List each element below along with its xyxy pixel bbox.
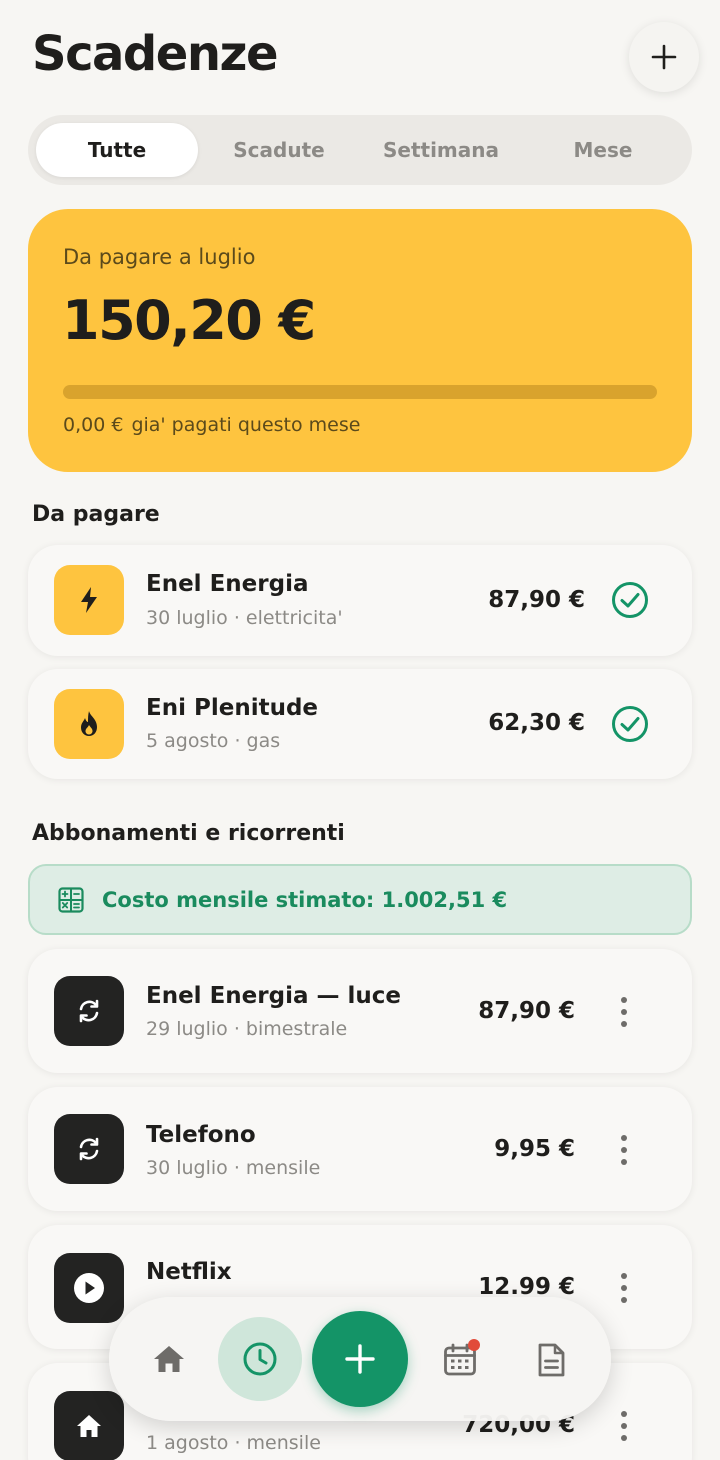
calculator-icon <box>58 886 84 913</box>
subscription-name: Netflix <box>146 1259 232 1285</box>
plus-icon <box>345 1344 375 1374</box>
document-icon <box>538 1343 565 1377</box>
more-options-icon[interactable] <box>616 1135 632 1165</box>
tab-mese[interactable]: Mese <box>522 123 684 177</box>
subscription-card[interactable]: Telefono 30 luglio · mensile 9,95 € <box>28 1087 692 1211</box>
nav-documents[interactable] <box>530 1339 572 1381</box>
bill-card[interactable]: Enel Energia 30 luglio · elettricita' 87… <box>28 545 692 656</box>
subscription-amount: 87,90 € <box>478 998 575 1024</box>
flame-icon <box>54 689 124 759</box>
mark-paid-check-icon[interactable] <box>611 705 649 743</box>
nav-add-button[interactable] <box>312 1311 408 1407</box>
tab-settimana[interactable]: Settimana <box>360 123 522 177</box>
subscription-name: Enel Energia — luce <box>146 983 401 1009</box>
bill-card[interactable]: Eni Plenitude 5 agosto · gas 62,30 € <box>28 669 692 779</box>
section-title-subscriptions: Abbonamenti e ricorrenti <box>32 821 345 846</box>
filter-tabs: Tutte Scadute Settimana Mese <box>28 115 692 185</box>
nav-home[interactable] <box>149 1339 189 1379</box>
bill-due: 30 luglio · elettricita' <box>146 607 343 629</box>
subscription-due: 29 luglio · bimestrale <box>146 1018 348 1040</box>
subscription-due: 1 agosto · mensile <box>146 1432 321 1454</box>
plus-icon <box>651 44 677 70</box>
subscription-due: 30 luglio · mensile <box>146 1157 321 1179</box>
section-title-to-pay: Da pagare <box>32 502 160 527</box>
nav-calendar[interactable] <box>439 1339 481 1381</box>
tab-tutte[interactable]: Tutte <box>36 123 198 177</box>
nav-history[interactable] <box>218 1317 302 1401</box>
bill-name: Eni Plenitude <box>146 695 319 721</box>
monthly-estimate-banner: Costo mensile stimato: 1.002,51 € <box>28 864 692 935</box>
subscription-amount: 9,95 € <box>494 1136 575 1162</box>
bottom-navigation <box>109 1297 611 1421</box>
bill-amount: 87,90 € <box>488 587 585 613</box>
mark-paid-check-icon[interactable] <box>611 581 649 619</box>
home-icon <box>154 1346 184 1372</box>
refresh-icon <box>54 1114 124 1184</box>
summary-amount: 150,20 € <box>62 289 316 352</box>
more-options-icon[interactable] <box>616 997 632 1027</box>
summary-label: Da pagare a luglio <box>63 245 256 269</box>
subscription-card[interactable]: Enel Energia — luce 29 luglio · bimestra… <box>28 949 692 1073</box>
add-button[interactable] <box>629 22 699 92</box>
tab-scadute[interactable]: Scadute <box>198 123 360 177</box>
bill-due: 5 agosto · gas <box>146 730 281 752</box>
more-options-icon[interactable] <box>616 1273 632 1303</box>
monthly-summary-card: Da pagare a luglio 150,20 € 0,00 € gia' p… <box>28 209 692 472</box>
monthly-estimate-text: Costo mensile stimato: 1.002,51 € <box>102 887 508 912</box>
paid-summary: 0,00 € gia' pagati questo mese <box>63 414 368 436</box>
home-icon <box>54 1391 124 1460</box>
notification-dot <box>468 1339 480 1351</box>
subscription-name: Telefono <box>146 1122 256 1148</box>
more-options-icon[interactable] <box>616 1411 632 1441</box>
payment-progress-bar <box>63 385 657 399</box>
paid-amount: 0,00 € <box>63 414 124 436</box>
play-icon <box>54 1253 124 1323</box>
bolt-icon <box>54 565 124 635</box>
bill-amount: 62,30 € <box>488 710 585 736</box>
page-title: Scadenze <box>32 26 279 82</box>
clock-icon <box>243 1342 277 1376</box>
bill-name: Enel Energia <box>146 571 309 597</box>
refresh-icon <box>54 976 124 1046</box>
paid-text: gia' pagati questo mese <box>131 414 361 436</box>
